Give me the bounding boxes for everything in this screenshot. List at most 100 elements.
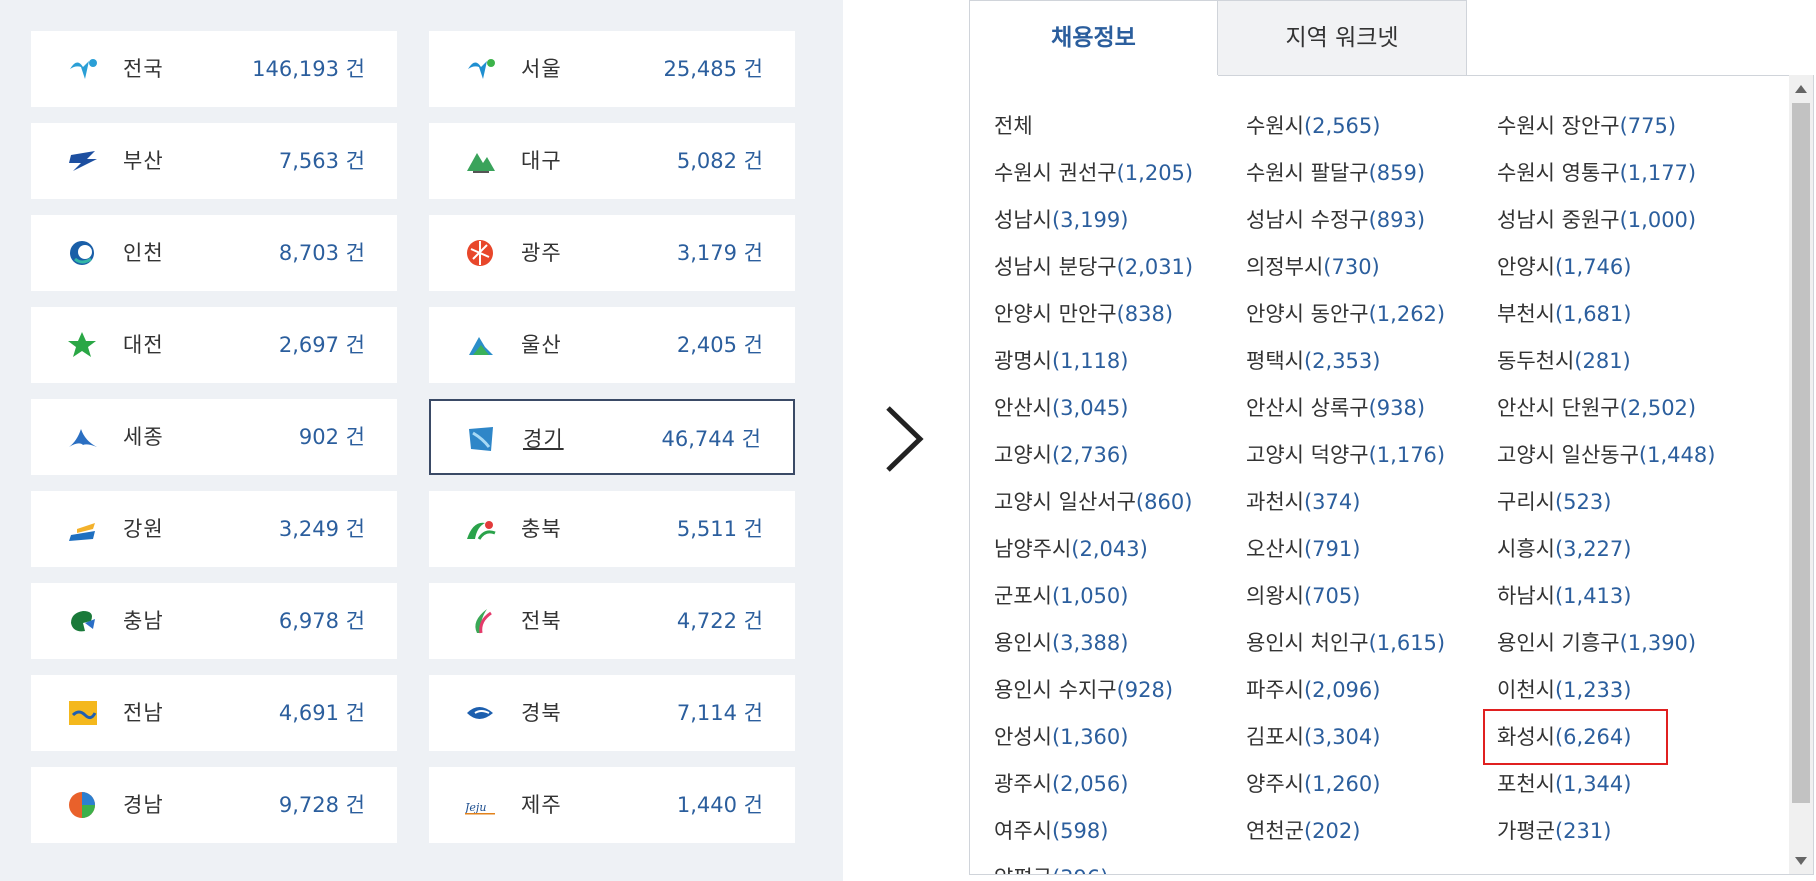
region-card-gangwon[interactable]: 강원 3,249 건 [31, 491, 397, 567]
city-link[interactable]: 파주시(2,096) [1246, 674, 1380, 704]
city-count: (1,615) [1368, 631, 1446, 655]
region-card-sejong[interactable]: 세종 902 건 [31, 399, 397, 475]
tab-jobs[interactable]: 채용정보 [969, 0, 1218, 76]
city-link[interactable]: 전체 [994, 110, 1033, 140]
region-card-busan[interactable]: 부산 7,563 건 [31, 123, 397, 199]
city-link[interactable]: 용인시 기흥구(1,390) [1497, 627, 1696, 657]
jeju-logo-icon: Jeju [465, 801, 495, 815]
city-name: 김포시 [1246, 725, 1304, 749]
city-link[interactable]: 의왕시(705) [1246, 580, 1360, 610]
city-link[interactable]: 양평군(396) [994, 862, 1108, 874]
city-name: 수원시 권선구 [994, 161, 1117, 185]
city-link[interactable]: 구리시(523) [1497, 486, 1611, 516]
city-count: (859) [1368, 161, 1426, 185]
city-link[interactable]: 여주시(598) [994, 815, 1108, 845]
city-name: 여주시 [994, 819, 1052, 843]
city-link[interactable]: 고양시 덕양구(1,176) [1246, 439, 1445, 469]
region-card-incheon[interactable]: 인천 8,703 건 [31, 215, 397, 291]
city-link[interactable]: 포천시(1,344) [1497, 768, 1631, 798]
city-name: 안양시 [1497, 255, 1555, 279]
city-link[interactable]: 김포시(3,304) [1246, 721, 1380, 751]
chevron-right-icon [886, 406, 924, 472]
region-count: 902 건 [298, 425, 365, 449]
city-link[interactable]: 안양시 만안구(838) [994, 298, 1173, 328]
city-link[interactable]: 성남시 분당구(2,031) [994, 251, 1193, 281]
city-name: 광명시 [994, 349, 1052, 373]
city-link[interactable]: 안산시 상록구(938) [1246, 392, 1425, 422]
scroll-down-icon[interactable] [1795, 857, 1807, 865]
highlight-box [1483, 709, 1668, 765]
city-link[interactable]: 안산시 단원구(2,502) [1497, 392, 1696, 422]
city-count: (2,353) [1303, 349, 1381, 373]
region-card-national[interactable]: 전국 146,193 건 [31, 31, 397, 107]
region-card-seoul[interactable]: 서울 25,485 건 [429, 31, 795, 107]
city-link[interactable]: 이천시(1,233) [1497, 674, 1631, 704]
region-card-chungbuk[interactable]: 충북 5,511 건 [429, 491, 795, 567]
gangwon-logo-icon [69, 523, 95, 541]
region-card-jeonbuk[interactable]: 전북 4,722 건 [429, 583, 795, 659]
city-link[interactable]: 의정부시(730) [1246, 251, 1380, 281]
city-link[interactable]: 오산시(791) [1246, 533, 1360, 563]
city-link[interactable]: 고양시 일산동구(1,448) [1497, 439, 1715, 469]
city-link[interactable]: 가평군(231) [1497, 815, 1611, 845]
city-link[interactable]: 남양주시(2,043) [994, 533, 1148, 563]
city-link[interactable]: 안양시(1,746) [1497, 251, 1631, 281]
city-link[interactable]: 용인시(3,388) [994, 627, 1128, 657]
region-count: 7,563 건 [278, 149, 365, 173]
gyeongbuk-logo-icon [467, 707, 493, 719]
region-card-jeonnam[interactable]: 전남 4,691 건 [31, 675, 397, 751]
region-card-daegu[interactable]: 대구 5,082 건 [429, 123, 795, 199]
city-link[interactable]: 수원시 권선구(1,205) [994, 157, 1193, 187]
region-card-gwangju[interactable]: 광주 3,179 건 [429, 215, 795, 291]
city-link[interactable]: 수원시(2,565) [1246, 110, 1380, 140]
region-card-jeju[interactable]: Jeju 제주 1,440 건 [429, 767, 795, 843]
scroll-up-icon[interactable] [1795, 85, 1807, 93]
city-count: (202) [1303, 819, 1361, 843]
city-link[interactable]: 양주시(1,260) [1246, 768, 1380, 798]
city-name: 의정부시 [1246, 255, 1324, 279]
city-link[interactable]: 시흥시(3,227) [1497, 533, 1631, 563]
city-count: (1,390) [1619, 631, 1697, 655]
city-link[interactable]: 성남시 수정구(893) [1246, 204, 1425, 234]
city-count: (1,681) [1554, 302, 1632, 326]
city-name: 고양시 [994, 443, 1052, 467]
region-card-ulsan[interactable]: 울산 2,405 건 [429, 307, 795, 383]
city-name: 안산시 단원구 [1497, 396, 1620, 420]
region-card-gyeonggi[interactable]: 경기 46,744 건 [429, 399, 795, 475]
region-count: 7,114 건 [676, 701, 763, 725]
city-link[interactable]: 성남시 중원구(1,000) [1497, 204, 1696, 234]
city-link[interactable]: 광주시(2,056) [994, 768, 1128, 798]
region-card-gyeongnam[interactable]: 경남 9,728 건 [31, 767, 397, 843]
city-link[interactable]: 고양시 일산서구(860) [994, 486, 1192, 516]
region-count: 2,405 건 [676, 333, 763, 357]
city-link[interactable]: 하남시(1,413) [1497, 580, 1631, 610]
city-link[interactable]: 수원시 장안구(775) [1497, 110, 1676, 140]
city-link[interactable]: 군포시(1,050) [994, 580, 1128, 610]
city-link[interactable]: 고양시(2,736) [994, 439, 1128, 469]
region-card-daejeon[interactable]: 대전 2,697 건 [31, 307, 397, 383]
city-link[interactable]: 평택시(2,353) [1246, 345, 1380, 375]
scroll-thumb[interactable] [1792, 103, 1810, 803]
city-name: 연천군 [1246, 819, 1304, 843]
city-link[interactable]: 광명시(1,118) [994, 345, 1128, 375]
city-link[interactable]: 안성시(1,360) [994, 721, 1128, 751]
city-link[interactable]: 부천시(1,681) [1497, 298, 1631, 328]
tab-regional-worknet[interactable]: 지역 워크넷 [1217, 0, 1467, 76]
city-link[interactable]: 수원시 팔달구(859) [1246, 157, 1425, 187]
scrollbar[interactable] [1789, 75, 1813, 874]
city-link[interactable]: 연천군(202) [1246, 815, 1360, 845]
city-count: (1,413) [1554, 584, 1632, 608]
city-count: (1,000) [1619, 208, 1697, 232]
region-card-chungnam[interactable]: 충남 6,978 건 [31, 583, 397, 659]
city-link[interactable]: 용인시 처인구(1,615) [1246, 627, 1445, 657]
city-link[interactable]: 안산시(3,045) [994, 392, 1128, 422]
city-link[interactable]: 성남시(3,199) [994, 204, 1128, 234]
city-link[interactable]: 안양시 동안구(1,262) [1246, 298, 1445, 328]
city-link[interactable]: 수원시 영통구(1,177) [1497, 157, 1696, 187]
city-link[interactable]: 용인시 수지구(928) [994, 674, 1173, 704]
city-link[interactable]: 동두천시(281) [1497, 345, 1631, 375]
city-link[interactable]: 과천시(374) [1246, 486, 1360, 516]
city-name: 전체 [994, 114, 1033, 138]
region-card-gyeongbuk[interactable]: 경북 7,114 건 [429, 675, 795, 751]
city-count: (1,344) [1554, 772, 1632, 796]
